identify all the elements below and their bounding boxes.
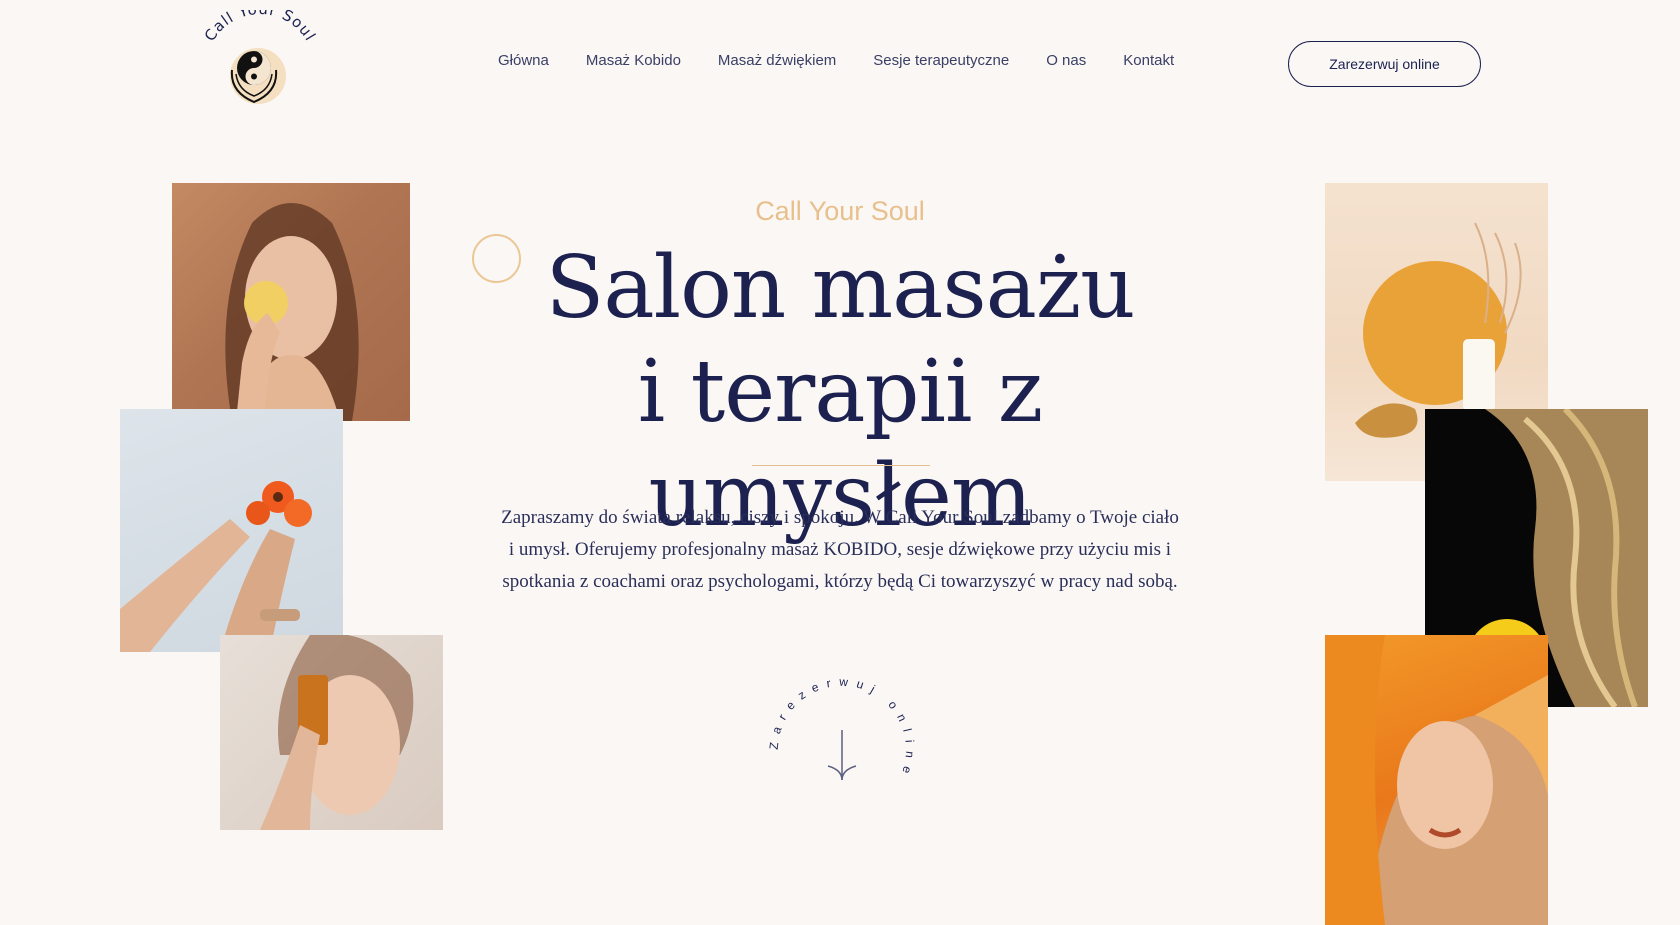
nav-item-masaz-kobido[interactable]: Masaż Kobido (586, 52, 681, 69)
hero-intro: Zapraszamy do świata relaksu, ciszy i sp… (501, 507, 1179, 592)
yin-yang-hands-icon: Call Your Soul (201, 0, 320, 104)
nav-item-masaz-dzwiekiem[interactable]: Masaż dźwiękiem (718, 52, 836, 69)
nav-item-sesje-terapeutyczne[interactable]: Sesje terapeutyczne (873, 52, 1009, 69)
photo-woman-sponge (172, 183, 410, 421)
photo-woman-serum (220, 635, 443, 830)
nav-item-o-nas[interactable]: O nas (1046, 52, 1086, 69)
main-nav: Główna Masaż Kobido Masaż dźwiękiem Sesj… (498, 52, 1174, 69)
circle-book-online-button[interactable]: Zarezerwuj online (762, 670, 922, 830)
nav-item-glowna[interactable]: Główna (498, 52, 549, 69)
divider (752, 465, 930, 466)
arrow-down-icon (827, 730, 857, 781)
logo[interactable]: Call Your Soul (196, 0, 322, 110)
headline-line-1: Salon masażu (545, 238, 1135, 338)
nav-item-kontakt[interactable]: Kontakt (1123, 52, 1174, 69)
hero-eyebrow: Call Your Soul (755, 196, 925, 226)
photo-woman-orange-scarf (1325, 635, 1548, 925)
logo-text: Call Your Soul (201, 10, 320, 44)
photo-hands-flowers (120, 409, 343, 652)
book-online-button[interactable]: Zarezerwuj online (1288, 41, 1481, 87)
